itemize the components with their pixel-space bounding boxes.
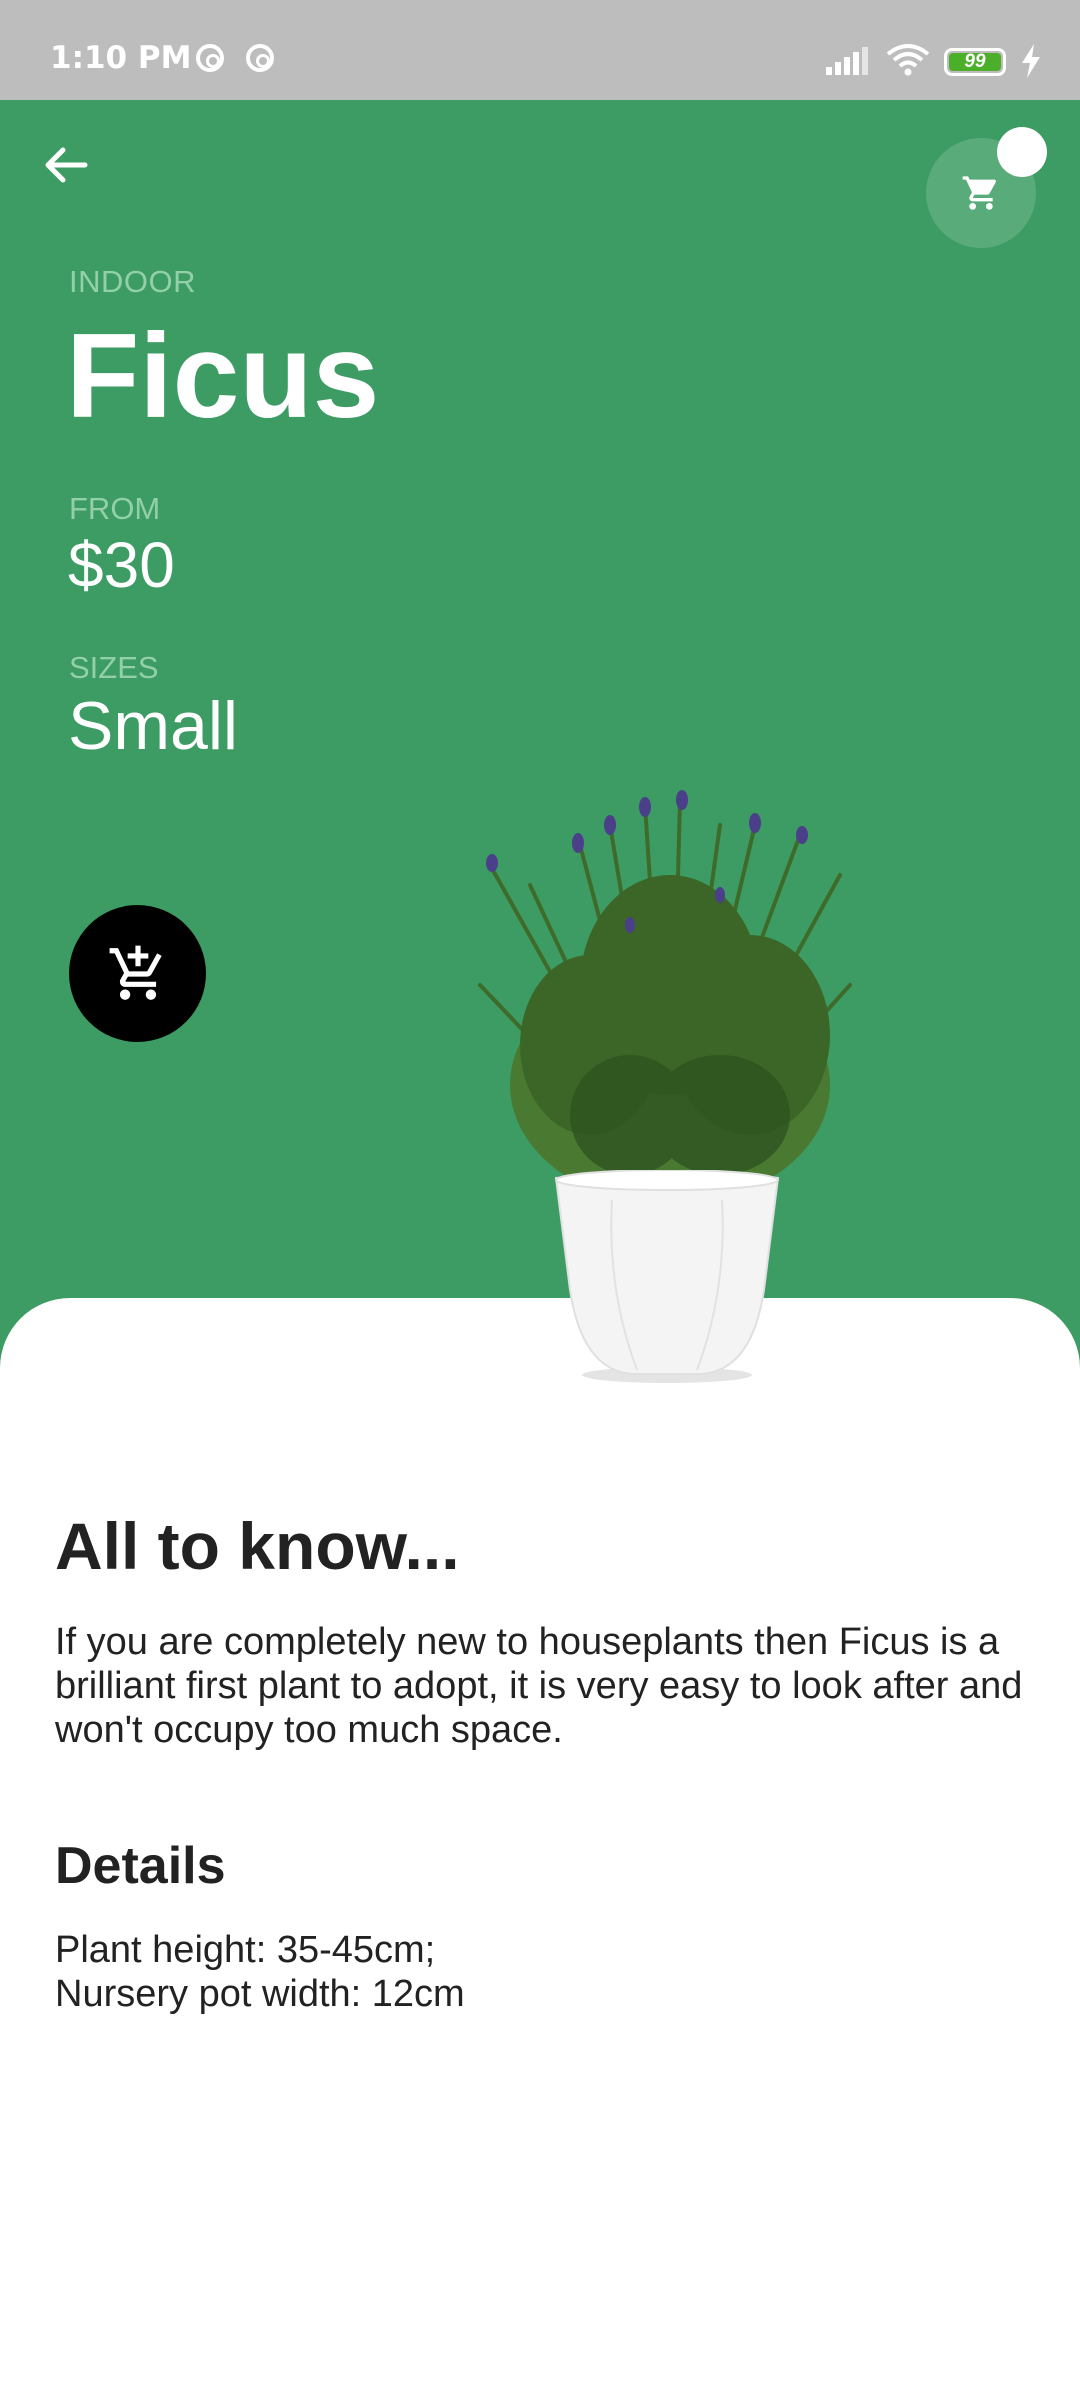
wifi-icon: [886, 44, 930, 76]
status-bar: 1:10 PM 99: [0, 0, 1080, 100]
price-value: $30: [68, 529, 175, 601]
section-title: All to know...: [55, 1509, 460, 1583]
arrow-left-icon: [45, 147, 88, 183]
plant-description: If you are completely new to houseplants…: [55, 1621, 1023, 1751]
plant-name: Ficus: [66, 309, 380, 443]
add-shopping-cart-icon: [109, 945, 162, 1000]
signal-icon: [826, 47, 868, 75]
charging-icon: [1022, 44, 1040, 78]
detail-plant-height: Plant height: 35-45cm;: [55, 1929, 436, 1971]
at-icon: [246, 44, 274, 72]
details-title: Details: [55, 1837, 226, 1895]
battery-icon: 99: [944, 48, 1006, 76]
shopping-cart-icon: [962, 176, 997, 210]
cart-badge: [997, 127, 1047, 177]
category-label: INDOOR: [69, 264, 196, 299]
back-button[interactable]: [30, 130, 100, 200]
size-value: Small: [68, 688, 239, 764]
sizes-label: SIZES: [69, 650, 159, 685]
plant-pot: [554, 1170, 780, 1383]
add-to-cart-button[interactable]: [69, 905, 206, 1042]
status-time: 1:10 PM: [50, 40, 192, 76]
from-label: FROM: [69, 491, 161, 526]
detail-pot-width: Nursery pot width: 12cm: [55, 1973, 465, 2015]
at-icon: [196, 44, 224, 72]
battery-level: 99: [964, 51, 986, 72]
